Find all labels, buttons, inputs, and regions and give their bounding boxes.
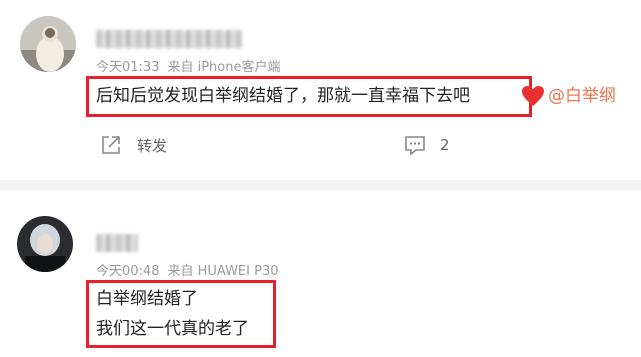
repost-button[interactable]: 转发 (100, 134, 167, 156)
avatar[interactable] (17, 216, 73, 272)
post-text-line-1: 白举纲结婚了 (96, 289, 198, 309)
post-text-line-2: 我们这一代真的老了 (96, 319, 249, 339)
mention-link[interactable]: @白举纲 (548, 83, 616, 109)
heart-icon (521, 85, 545, 111)
post-source: 来自 HUAWEI P30 (167, 264, 279, 279)
username-blurred[interactable] (96, 30, 242, 48)
comment-count: 2 (440, 136, 450, 154)
comment-icon (404, 134, 426, 156)
avatar-image (20, 16, 76, 72)
post-source: 来自 iPhone客户端 (167, 60, 281, 75)
comment-button[interactable]: 2 (404, 134, 450, 156)
post-text: 后知后觉发现白举纲结婚了，那就一直幸福下去吧 (96, 86, 470, 106)
post-time: 今天00:48 (96, 264, 160, 279)
avatar[interactable] (20, 16, 76, 72)
post-meta: 今天00:48 来自 HUAWEI P30 (96, 260, 279, 279)
post-2: 今天00:48 来自 HUAWEI P30 白举纲结婚了 我们这一代真的老了 (0, 190, 641, 357)
post-divider (0, 180, 641, 190)
username-blurred[interactable] (96, 234, 138, 252)
post-meta: 今天01:33 来自 iPhone客户端 (96, 56, 280, 75)
repost-label: 转发 (137, 136, 168, 155)
avatar-image (17, 216, 73, 272)
post-time: 今天01:33 (96, 60, 160, 75)
post-1: 今天01:33 来自 iPhone客户端 后知后觉发现白举纲结婚了，那就一直幸福下… (0, 0, 641, 180)
share-icon (100, 134, 122, 156)
